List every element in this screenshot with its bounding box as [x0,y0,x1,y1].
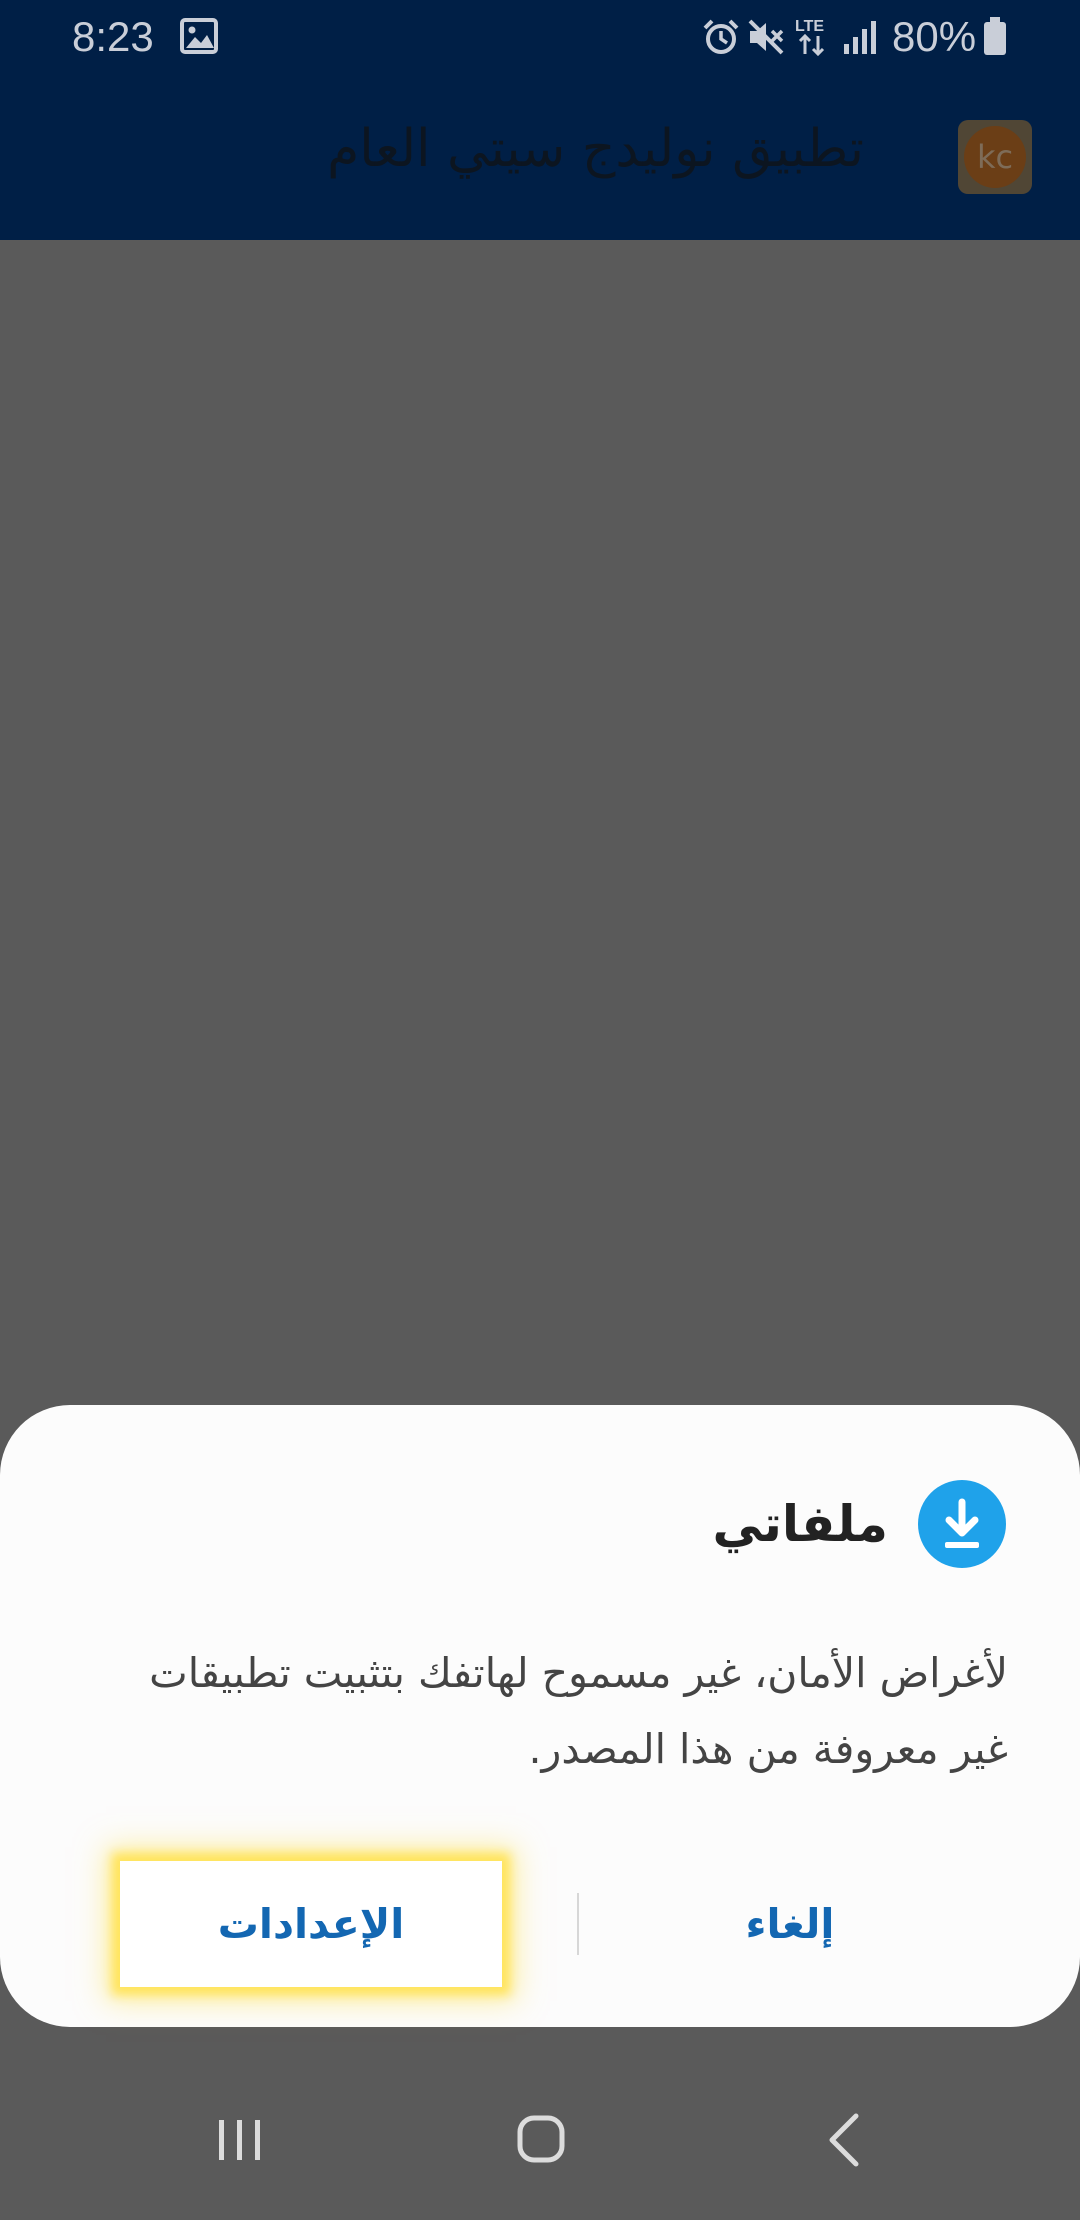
dialog-message: لأغراض الأمان، غير مسموح لهاتفك بتثبيت ت… [149,1649,1008,1773]
app-logo-mark: kc [964,126,1026,188]
dialog-header: ملفاتي [712,1479,1006,1569]
button-divider [577,1893,579,1955]
navigation-bar [0,2060,1080,2220]
mute-icon [746,18,786,60]
lte-icon: LTE [792,14,832,62]
dialog-button-row: الإعدادات إلغاء [0,1861,1080,1987]
battery-icon [982,16,1008,60]
back-icon[interactable] [804,2100,884,2180]
app-title: تطبيق نوليدج سيتي العام [327,119,864,179]
dialog-title: ملفاتي [712,1495,889,1553]
image-notification-icon [180,18,218,58]
signal-icon [842,18,882,60]
download-icon [918,1480,1006,1568]
alarm-icon [702,18,740,60]
status-time: 8:23 [72,13,154,60]
recent-apps-icon[interactable] [200,2100,280,2180]
home-icon[interactable] [500,2100,580,2180]
app-logo: kc [958,120,1032,194]
battery-percent: 80% [892,13,977,60]
status-bar: 8:23 LTE 80% [0,0,1080,74]
settings-button[interactable]: الإعدادات [120,1861,502,1987]
app-bar: تطبيق نوليدج سيتي العام kc [0,74,1080,240]
cancel-button[interactable]: إلغاء [600,1861,980,1987]
svg-text:LTE: LTE [795,18,824,35]
install-blocked-dialog: ملفاتي لأغراض الأمان، غير مسموح لهاتفك ب… [0,1405,1080,2027]
